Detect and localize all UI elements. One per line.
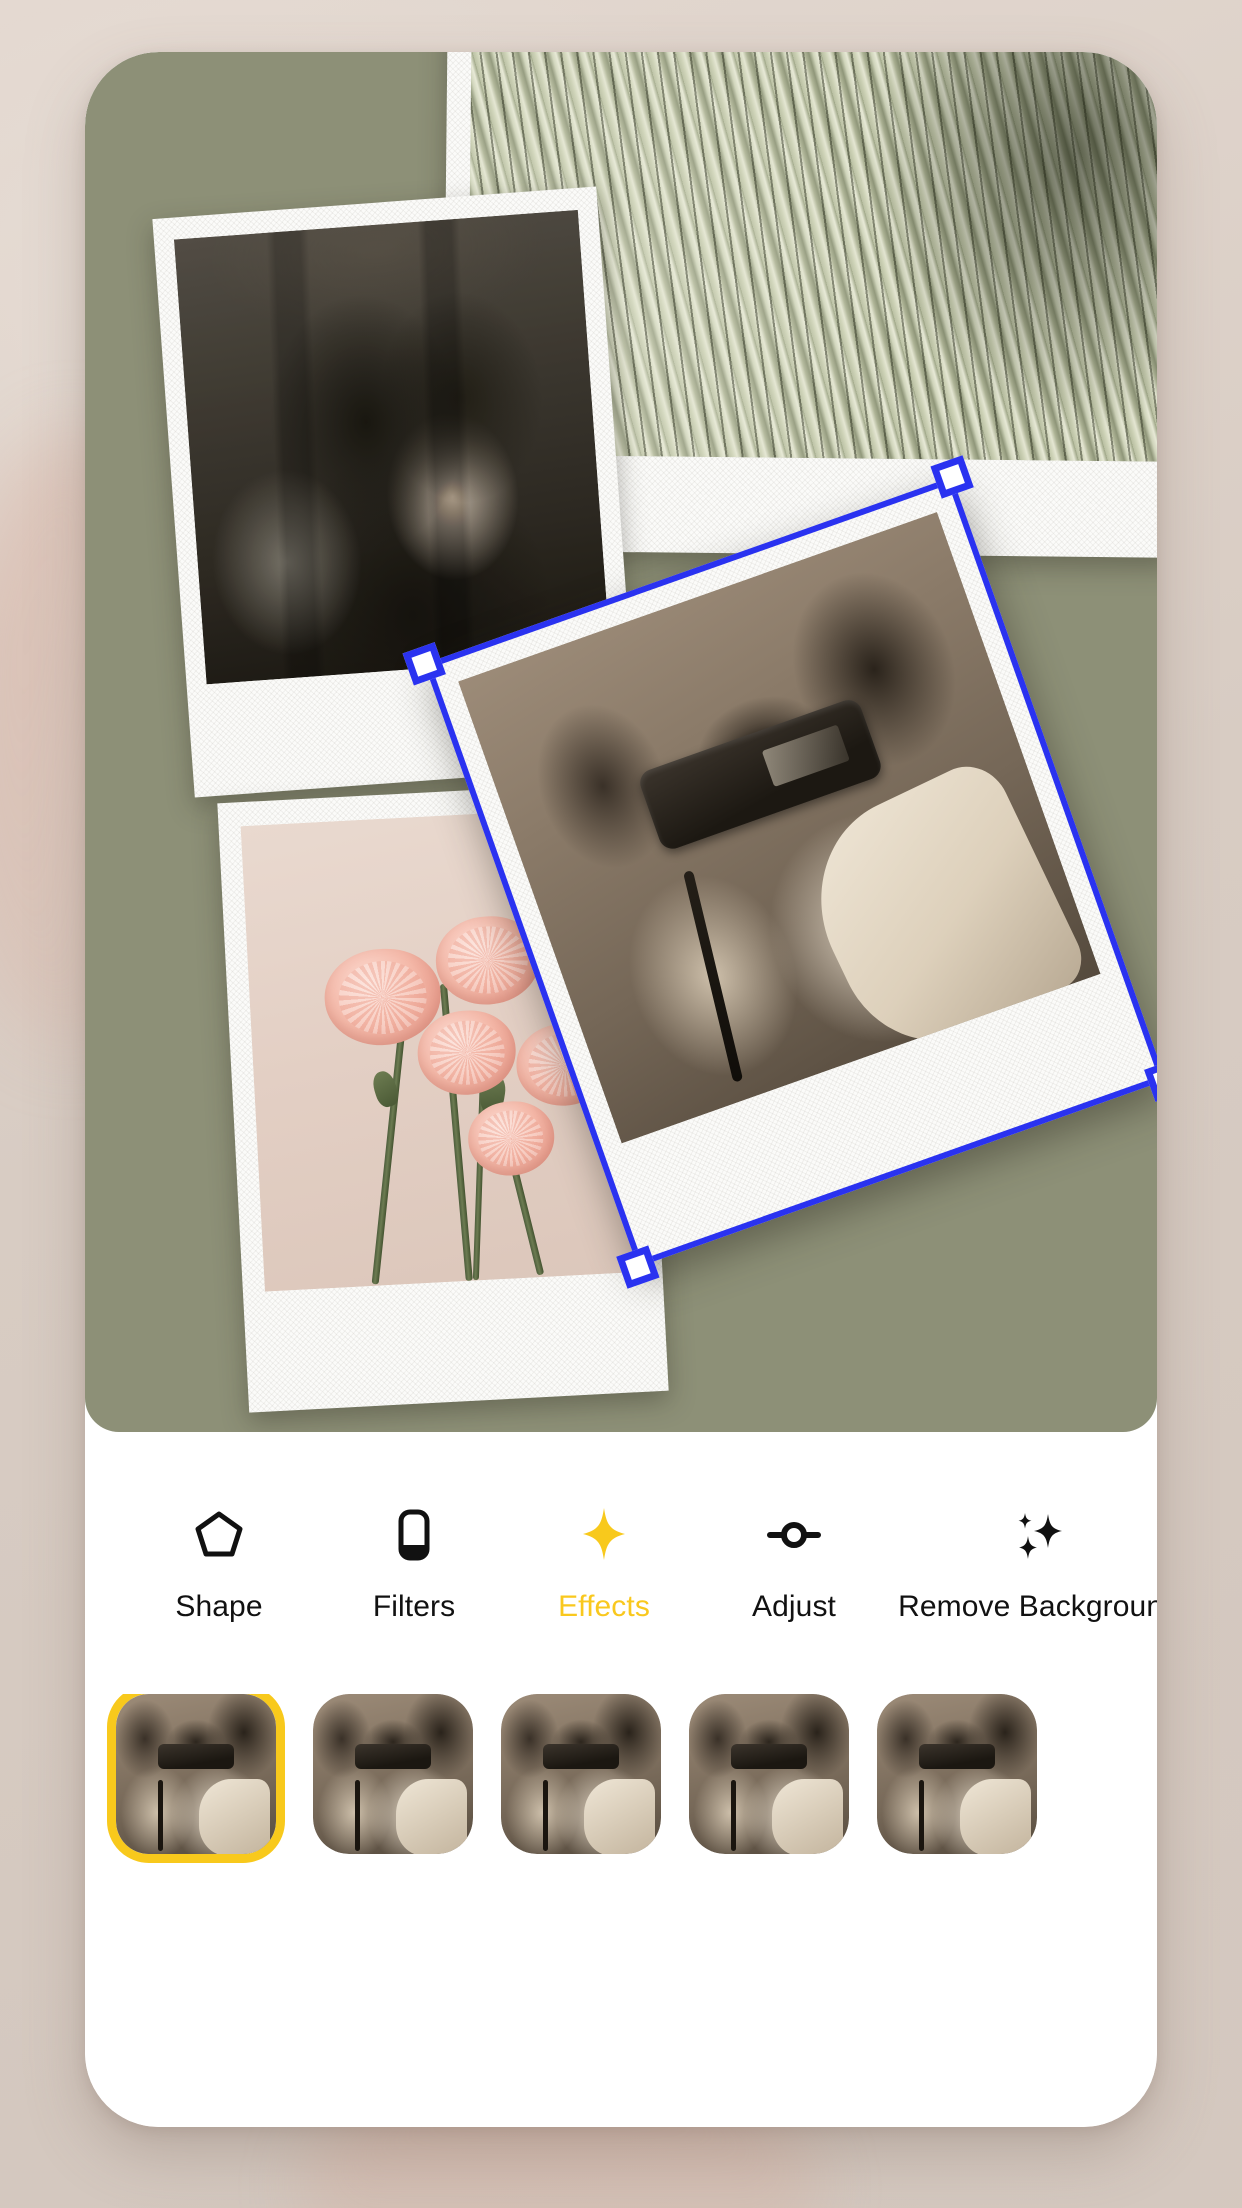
effect-thumbnail[interactable]	[689, 1694, 849, 1854]
filters-square-icon	[383, 1504, 445, 1566]
tool-shape-label: Shape	[175, 1590, 263, 1623]
sparkle-four-point-icon	[573, 1504, 635, 1566]
tool-filters-label: Filters	[372, 1590, 456, 1623]
collage-canvas[interactable]	[85, 52, 1157, 1432]
tool-shape[interactable]: Shape	[119, 1504, 319, 1624]
effect-preview	[313, 1694, 473, 1854]
effect-preview	[501, 1694, 661, 1854]
tool-effects[interactable]: Effects	[509, 1504, 699, 1624]
tool-remove-background-label: Remove Background	[898, 1590, 1157, 1623]
phone-frame: Shape Filters Effects Adjust Remove Back…	[85, 52, 1157, 2127]
effect-thumbnail[interactable]	[877, 1694, 1037, 1854]
effect-thumbnail[interactable]	[501, 1694, 661, 1854]
effect-presets[interactable]	[85, 1694, 1157, 1884]
couple-kissing-photo	[173, 209, 611, 685]
effect-preview	[116, 1694, 276, 1854]
tool-adjust-label: Adjust	[752, 1590, 836, 1623]
editor-toolbar: Shape Filters Effects Adjust Remove Back…	[85, 1504, 1157, 1624]
slider-knob-icon	[763, 1504, 825, 1566]
tool-effects-label: Effects	[558, 1590, 650, 1623]
effect-preview	[877, 1694, 1037, 1854]
tool-filters[interactable]: Filters	[319, 1504, 509, 1624]
effect-preview	[689, 1694, 849, 1854]
pentagon-icon	[188, 1504, 250, 1566]
sparkles-icon	[1008, 1504, 1070, 1566]
tool-adjust[interactable]: Adjust	[699, 1504, 889, 1624]
effect-thumbnail[interactable]	[313, 1694, 473, 1854]
effect-thumbnail[interactable]	[107, 1694, 285, 1863]
tool-remove-background[interactable]: Remove Background	[889, 1504, 1157, 1624]
editor-bottom-sheet: Shape Filters Effects Adjust Remove Back…	[85, 1432, 1157, 2127]
